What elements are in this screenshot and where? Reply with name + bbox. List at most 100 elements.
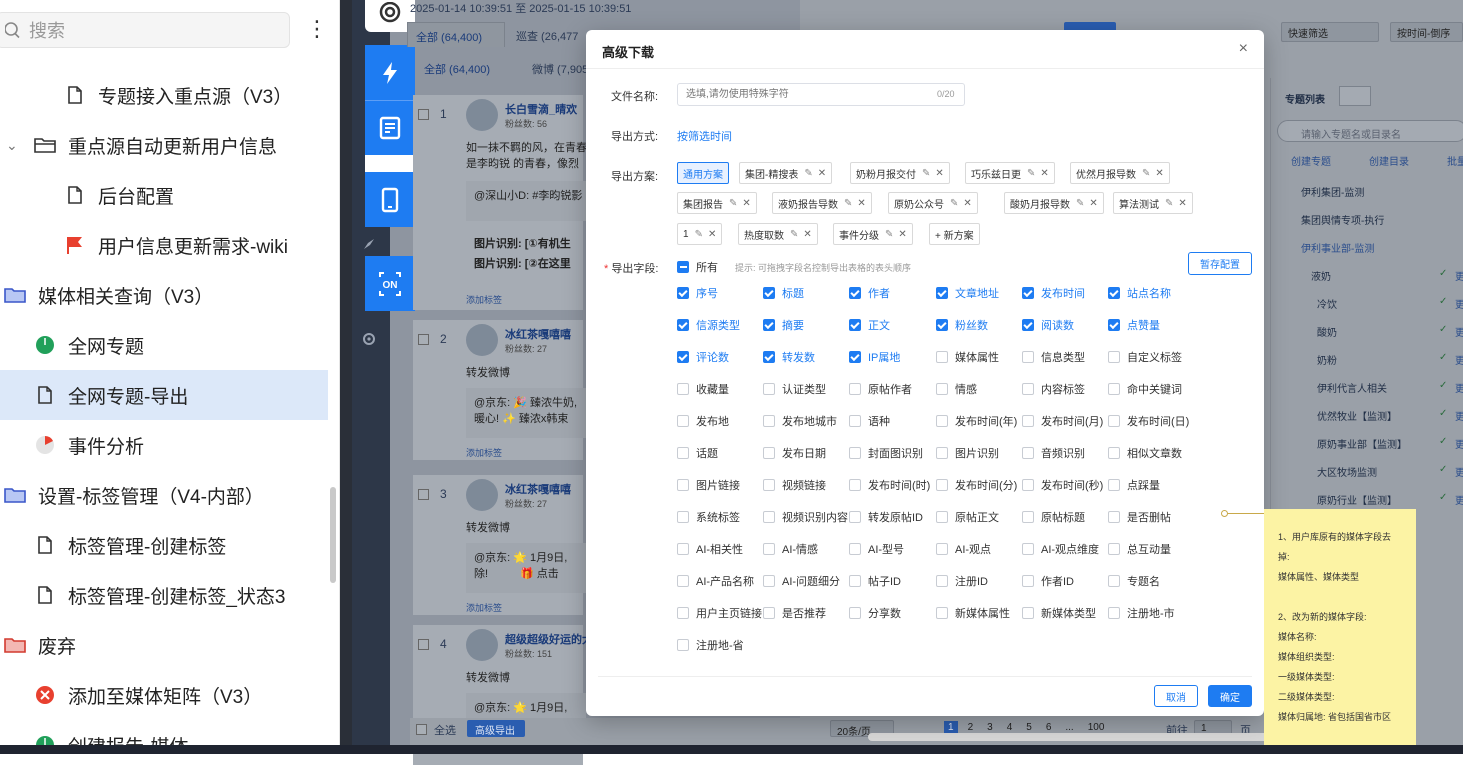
sidebar-item[interactable]: 用户信息更新需求-wiki — [0, 220, 328, 270]
topic-tree-item[interactable]: 集团舆情专项-执行 — [1301, 212, 1384, 227]
export-mode-value[interactable]: 按筛选时间 — [677, 128, 732, 144]
field-checkbox[interactable]: 转发数 — [763, 349, 815, 365]
field-checkbox[interactable]: AI-产品名称 — [677, 573, 754, 589]
edit-icon[interactable]: ✎ — [950, 198, 958, 209]
close-icon[interactable]: ✕ — [708, 229, 716, 240]
field-checkbox[interactable]: 分享数 — [849, 605, 901, 621]
chevron-down-icon[interactable]: ⌄ — [6, 137, 18, 154]
field-checkbox[interactable]: AI-相关性 — [677, 541, 743, 557]
topic-tree-item[interactable]: 优然牧业【监测】 — [1317, 408, 1397, 423]
export-plan-tag[interactable]: 奶粉月报交付 ✎ ✕ — [850, 162, 950, 184]
quick-filter-select[interactable]: 快速筛选 — [1281, 22, 1379, 42]
topic-action-link[interactable]: 创建专题 — [1291, 153, 1331, 168]
close-icon[interactable]: ✕ — [742, 198, 750, 209]
field-checkbox[interactable]: 帖子ID — [849, 573, 901, 589]
row-checkbox[interactable] — [418, 334, 429, 345]
edit-icon[interactable]: ✎ — [844, 198, 852, 209]
update-label[interactable]: 更 — [1455, 352, 1463, 367]
search-input[interactable]: 搜索 — [0, 12, 290, 48]
field-checkbox[interactable]: 封面图识别 — [849, 445, 923, 461]
row-checkbox[interactable] — [418, 489, 429, 500]
export-plan-tag[interactable]: 原奶公众号 ✎ ✕ — [888, 192, 978, 214]
topic-tree-item[interactable]: 冷饮 — [1317, 296, 1337, 311]
close-icon[interactable]: ✕ — [935, 168, 943, 179]
field-checkbox[interactable]: 收藏量 — [677, 381, 729, 397]
sidebar-item[interactable]: 专题接入重点源（V3） — [0, 70, 328, 120]
topic-tree-item[interactable]: 大区牧场监测 — [1317, 464, 1377, 479]
field-checkbox[interactable]: 相似文章数 — [1108, 445, 1182, 461]
field-checkbox[interactable]: 系统标签 — [677, 509, 740, 525]
field-checkbox[interactable]: 是否删帖 — [1108, 509, 1171, 525]
field-checkbox[interactable]: 用户主页链接 — [677, 605, 762, 621]
topic-action-link[interactable]: 创建目录 — [1369, 153, 1409, 168]
export-plan-tag[interactable]: 集团-精搜表 ✎ ✕ — [739, 162, 833, 184]
field-checkbox[interactable]: 图片链接 — [677, 477, 740, 493]
close-icon[interactable]: ✕ — [803, 229, 811, 240]
sidebar-item[interactable]: ⌄ 重点源自动更新用户信息 — [0, 120, 328, 170]
topic-action-link[interactable]: 批量导 — [1447, 153, 1463, 168]
field-checkbox[interactable]: 发布时间(日) — [1108, 413, 1189, 429]
field-checkbox[interactable]: 信源类型 — [677, 317, 740, 333]
sidebar-item[interactable]: 媒体相关查询（V3） — [0, 270, 328, 320]
field-checkbox[interactable]: 正文 — [849, 317, 890, 333]
close-icon[interactable]: ✕ — [1040, 168, 1048, 179]
field-checkbox[interactable]: 发布时间 — [1022, 285, 1085, 301]
add-tag-link[interactable]: 添加标签 — [466, 293, 502, 306]
tab-patrol[interactable]: 巡查 (26,477 — [516, 28, 578, 44]
bell-icon[interactable] — [1339, 86, 1371, 106]
author-name[interactable]: 冰红茶嘎嘻嘻 — [505, 481, 571, 497]
field-checkbox[interactable]: 是否推荐 — [763, 605, 826, 621]
add-tag-link[interactable]: 添加标签 — [466, 446, 502, 459]
export-plan-tag[interactable]: 算法测试 ✎ ✕ — [1113, 192, 1193, 214]
field-checkbox[interactable]: 发布日期 — [763, 445, 826, 461]
field-checkbox[interactable]: 发布地城市 — [763, 413, 837, 429]
field-checkbox[interactable]: 注册地-省 — [677, 637, 744, 653]
edit-icon[interactable]: ✎ — [804, 168, 812, 179]
topic-tree-item[interactable]: 酸奶 — [1317, 324, 1337, 339]
edit-icon[interactable]: ✎ — [922, 168, 930, 179]
confirm-button[interactable]: 确定 — [1208, 685, 1252, 707]
cancel-button[interactable]: 取消 — [1154, 685, 1198, 707]
subtab-all[interactable]: 全部 (64,400) — [424, 61, 490, 77]
field-checkbox[interactable]: 阅读数 — [1022, 317, 1074, 333]
field-checkbox[interactable]: 新媒体类型 — [1022, 605, 1096, 621]
row-checkbox[interactable] — [418, 109, 429, 120]
gear-icon[interactable] — [360, 330, 378, 348]
field-checkbox[interactable]: 情感 — [936, 381, 977, 397]
edit-icon[interactable]: ✎ — [1142, 168, 1150, 179]
field-checkbox[interactable]: 信息类型 — [1022, 349, 1085, 365]
row-checkbox[interactable] — [418, 639, 429, 650]
field-checkbox[interactable]: 站点名称 — [1108, 285, 1171, 301]
topic-tree-item[interactable]: 奶粉 — [1317, 352, 1337, 367]
topic-tree-item[interactable]: 伊利集团-监测 — [1301, 184, 1364, 199]
close-icon[interactable]: ✕ — [898, 229, 906, 240]
field-checkbox[interactable]: 原帖正文 — [936, 509, 999, 525]
update-label[interactable]: 更 — [1455, 408, 1463, 423]
field-checkbox[interactable]: AI-问题细分 — [763, 573, 840, 589]
edit-icon[interactable]: ✎ — [695, 229, 703, 240]
update-label[interactable]: 更 — [1455, 296, 1463, 311]
tab-all[interactable]: 全部 (64,400) — [407, 22, 505, 47]
field-checkbox[interactable]: 作者 — [849, 285, 890, 301]
field-checkbox[interactable]: 粉丝数 — [936, 317, 988, 333]
all-fields-checkbox[interactable]: 所有 — [677, 259, 718, 275]
mobile-tool-button[interactable] — [365, 172, 415, 227]
export-plan-tag[interactable]: 酸奶月报导数 ✎ ✕ — [1004, 192, 1104, 214]
sticky-note[interactable]: 1、用户库原有的媒体字段去 掉: 媒体属性、媒体类型 2、改为新的媒体字段: 媒体名称:… — [1264, 509, 1416, 745]
sidebar-item[interactable]: 全网专题 — [0, 320, 328, 370]
field-checkbox[interactable]: 命中关键词 — [1108, 381, 1182, 397]
author-name[interactable]: 长白雪滴_晴欢 — [505, 101, 577, 117]
export-plan-tag[interactable]: 优然月报导数 ✎ ✕ — [1070, 162, 1170, 184]
field-checkbox[interactable]: 序号 — [677, 285, 718, 301]
update-label[interactable]: 更 — [1455, 436, 1463, 451]
field-checkbox[interactable]: AI-型号 — [849, 541, 904, 557]
topic-tree-item[interactable]: 原奶行业【监测】 — [1317, 492, 1397, 507]
close-icon[interactable]: ✕ — [857, 198, 865, 209]
field-checkbox[interactable]: 点踩量 — [1108, 477, 1160, 493]
close-icon[interactable]: ✕ — [1178, 198, 1186, 209]
field-checkbox[interactable]: 标题 — [763, 285, 804, 301]
field-checkbox[interactable]: 转发原帖ID — [849, 509, 923, 525]
export-plan-tag[interactable]: 热度取数 ✎ ✕ — [738, 223, 818, 245]
field-checkbox[interactable]: 专题名 — [1108, 573, 1160, 589]
flash-tool-button[interactable] — [365, 45, 415, 100]
